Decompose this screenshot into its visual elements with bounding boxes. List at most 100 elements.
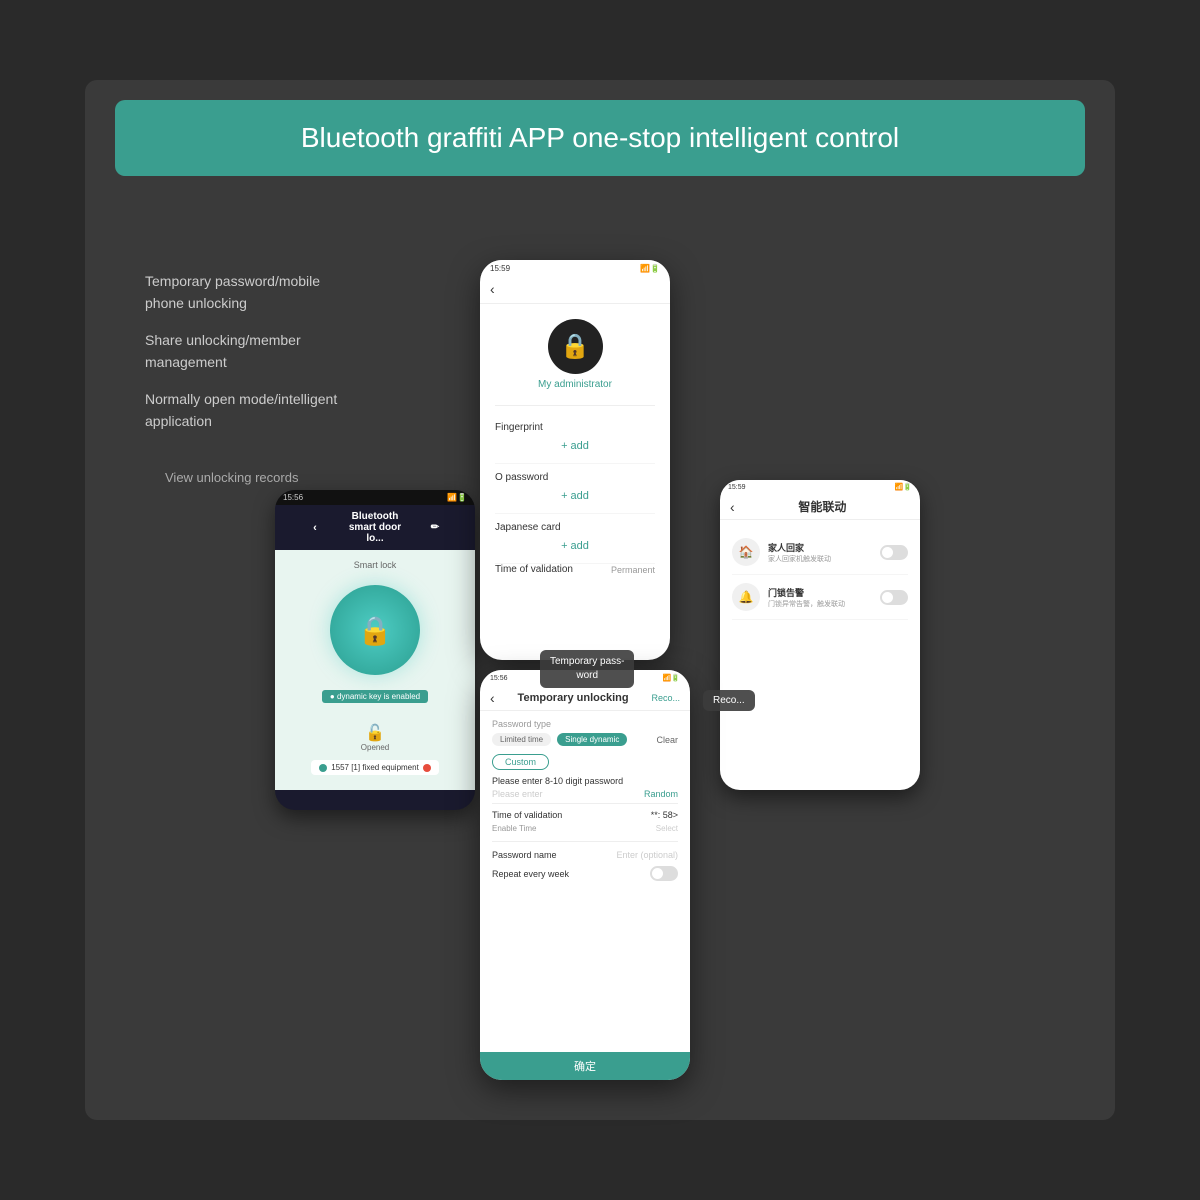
permanent-label: Permanent (611, 565, 655, 575)
japanese-card-section: Japanese card + add (495, 514, 655, 564)
phone3-content: Password type Limited time Single dynami… (480, 711, 690, 897)
view-records-label: View unlocking records (165, 470, 298, 485)
random-btn[interactable]: Random (644, 789, 678, 799)
phone4-title: 智能联动 (735, 498, 910, 515)
pw-name-row: Password name Enter (optional) (492, 850, 678, 860)
phone3-icons: 📶🔋 (663, 674, 680, 682)
phone4-header: ‹ 智能联动 (720, 494, 920, 520)
main-container: Bluetooth graffiti APP one-stop intellig… (85, 80, 1115, 1120)
password-input-row: Please enter Random (492, 789, 678, 804)
phone2-admin: 15:59 📶🔋 ‹ 🔒 My administrator Fingerprin… (480, 260, 670, 660)
phone1-icons: 📶🔋 (447, 493, 467, 502)
linkage-text-1: 家人回家 家人回家机触发联动 (768, 541, 880, 564)
dynamic-badge: ● dynamic key is enabled (322, 690, 428, 703)
linkage-sub-2: 门锁异常告警，触发联动 (768, 599, 880, 609)
pw-name-label: Password name (492, 850, 557, 860)
repeat-toggle[interactable] (650, 866, 678, 881)
phone1-back-arrow[interactable]: ‹ (285, 522, 345, 534)
pw-placeholder[interactable]: Please enter (492, 789, 543, 799)
enable-time-label: Enable Time (492, 824, 536, 833)
phone1-bottom: 🔓 Opened 1557 [1] fixed equipment (311, 713, 439, 775)
o-password-section: O password + add (495, 464, 655, 514)
phone3-temp-unlock: 15:56 📶🔋 ‹ Temporary unlocking Reco... P… (480, 670, 690, 1080)
admin-avatar: 🔒 (548, 319, 603, 374)
pw-type-row: Limited time Single dynamic Clear (492, 733, 678, 746)
add-o-password-btn[interactable]: + add (495, 487, 655, 505)
pw-name-input[interactable]: Enter (optional) (616, 850, 678, 860)
linkage-item-1: 🏠 家人回家 家人回家机触发联动 (732, 530, 908, 575)
feature-item-1: Temporary password/mobile phone unlockin… (145, 270, 345, 315)
divider-pw (492, 841, 678, 842)
phone1-title: Bluetooth smart door lo... (345, 511, 405, 544)
japanese-card-label: Japanese card (495, 522, 655, 533)
o-password-label: O password (495, 472, 655, 483)
bubble-record: Reco... (703, 690, 755, 711)
unlock-label: Opened (361, 743, 389, 752)
add-fingerprint-btn[interactable]: + add (495, 437, 655, 455)
phone3-record-btn[interactable]: Reco... (651, 693, 680, 703)
enter-digits-label: Please enter 8-10 digit password (492, 776, 678, 786)
header-title: Bluetooth graffiti APP one-stop intellig… (145, 122, 1055, 154)
home-icon: 🏠 (732, 538, 760, 566)
device-dot-green (319, 764, 327, 772)
lock-avatar-icon: 🔒 (560, 332, 590, 361)
phone1-status-bar: 15:56 📶🔋 (275, 490, 475, 505)
phone3-time: 15:56 (490, 675, 508, 682)
add-japanese-btn[interactable]: + add (495, 537, 655, 555)
time-validation-label: Time of validation (492, 810, 562, 820)
phone1-nav: ‹ Bluetooth smart door lo... ✏ (275, 505, 475, 550)
custom-btn[interactable]: Custom (492, 754, 549, 770)
repeat-label: Repeat every week (492, 869, 569, 879)
phone2-content: 🔒 My administrator Fingerprint + add O p… (480, 304, 670, 590)
device-dot-red (423, 764, 431, 772)
time-validation-label: Time of validation (495, 564, 573, 575)
phone2-icons: 📶🔋 (640, 264, 660, 273)
alert-icon: 🔔 (732, 583, 760, 611)
admin-label: My administrator (495, 379, 655, 390)
fingerprint-label: Fingerprint (495, 422, 655, 433)
feature-item-3: Normally open mode/intelligent applicati… (145, 388, 345, 433)
linkage-toggle-2[interactable] (880, 590, 908, 605)
phone2-status-bar: 15:59 📶🔋 (480, 260, 670, 277)
phone4-content: 🏠 家人回家 家人回家机触发联动 🔔 门锁告警 门锁异常告警，触发联动 (720, 520, 920, 630)
phone4-status-bar: 15:59 📶🔋 (720, 480, 920, 494)
phone2-nav: ‹ (480, 277, 670, 304)
fingerprint-section: Fingerprint + add (495, 414, 655, 464)
feature-item-2: Share unlocking/member management (145, 329, 345, 374)
divider-1 (495, 405, 655, 406)
clear-btn[interactable]: Clear (656, 735, 678, 745)
phone4-smart-linkage: 15:59 📶🔋 ‹ 智能联动 🏠 家人回家 家人回家机触发联动 🔔 门锁告警 … (720, 480, 920, 790)
phone4-icons: 📶🔋 (895, 483, 912, 491)
lock-circle[interactable]: 🔒 (330, 585, 420, 675)
time-validation-row: Time of validation Permanent (495, 564, 655, 575)
limited-time-chip[interactable]: Limited time (492, 733, 551, 746)
phone1-device-label: Smart lock (354, 560, 397, 570)
header-banner: Bluetooth graffiti APP one-stop intellig… (115, 100, 1085, 176)
pw-type-label: Password type (492, 719, 678, 729)
left-features: Temporary password/mobile phone unlockin… (145, 270, 345, 446)
time-value: **: 58> (651, 810, 678, 820)
phone3-back-arrow[interactable]: ‹ (490, 690, 495, 706)
phone3-submit-btn[interactable]: 确定 (480, 1052, 690, 1080)
linkage-title-1: 家人回家 (768, 541, 880, 554)
bubble-temp-password: Temporary pass-word (540, 650, 634, 688)
select-btn[interactable]: Select (656, 824, 678, 833)
repeat-row: Repeat every week (492, 866, 678, 881)
unlock-icon: 🔓 (365, 723, 385, 743)
phone1-content: Smart lock 🔒 ● dynamic key is enabled 🔓 … (275, 550, 475, 790)
phone1-device-row: 1557 [1] fixed equipment (311, 760, 439, 775)
lock-icon: 🔒 (358, 614, 393, 647)
linkage-item-2: 🔔 门锁告警 门锁异常告警，触发联动 (732, 575, 908, 620)
phone2-back-arrow[interactable]: ‹ (490, 281, 495, 297)
linkage-toggle-1[interactable] (880, 545, 908, 560)
phone2-time: 15:59 (490, 264, 510, 273)
single-dynamic-chip[interactable]: Single dynamic (557, 733, 627, 746)
enable-time-row: Enable Time Select (492, 824, 678, 833)
phone1-edit-icon[interactable]: ✏ (405, 522, 465, 533)
linkage-title-2: 门锁告警 (768, 586, 880, 599)
phone4-time: 15:59 (728, 484, 746, 491)
time-row: Time of validation **: 58> (492, 810, 678, 820)
phone3-header: ‹ Temporary unlocking Reco... (480, 686, 690, 711)
phone3-title: Temporary unlocking (518, 692, 629, 704)
linkage-text-2: 门锁告警 门锁异常告警，触发联动 (768, 586, 880, 609)
